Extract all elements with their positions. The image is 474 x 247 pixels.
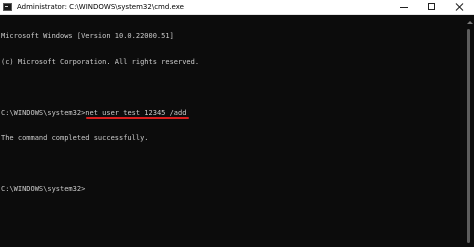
maximize-button[interactable] — [418, 0, 446, 14]
close-icon — [455, 2, 465, 12]
title-bar[interactable]: Administrator: C:\WINDOWS\system32\cmd.e… — [0, 0, 474, 15]
cmd-window: Administrator: C:\WINDOWS\system32\cmd.e… — [0, 0, 474, 247]
console-line: The command completed successfully. — [1, 134, 149, 142]
red-underline-annotation — [86, 116, 190, 119]
window-title: Administrator: C:\WINDOWS\system32\cmd.e… — [17, 3, 184, 11]
console-command-line: C:\WINDOWS\system32>net user test 12345 … — [1, 108, 464, 119]
console-line: Microsoft Windows [Version 10.0.22000.51… — [1, 32, 174, 40]
cmd-icon — [3, 3, 12, 11]
console-prompt: C:\WINDOWS\system32> — [1, 108, 86, 117]
scrollbar-thumb[interactable] — [467, 29, 470, 243]
minimize-icon — [400, 7, 408, 8]
console-line: (c) Microsoft Corporation. All rights re… — [1, 57, 200, 66]
typed-command-text: net user test 12345 /add — [85, 108, 187, 117]
scroll-up-icon[interactable] — [467, 21, 473, 24]
console-output[interactable]: Microsoft Windows [Version 10.0.22000.51… — [0, 15, 464, 247]
console-current-prompt[interactable]: C:\WINDOWS\system32> — [1, 185, 464, 194]
maximize-icon — [428, 3, 435, 10]
vertical-scrollbar[interactable] — [464, 15, 474, 247]
close-button[interactable] — [446, 0, 474, 14]
typed-command: net user test 12345 /add — [85, 108, 190, 119]
minimize-button[interactable] — [390, 0, 418, 14]
